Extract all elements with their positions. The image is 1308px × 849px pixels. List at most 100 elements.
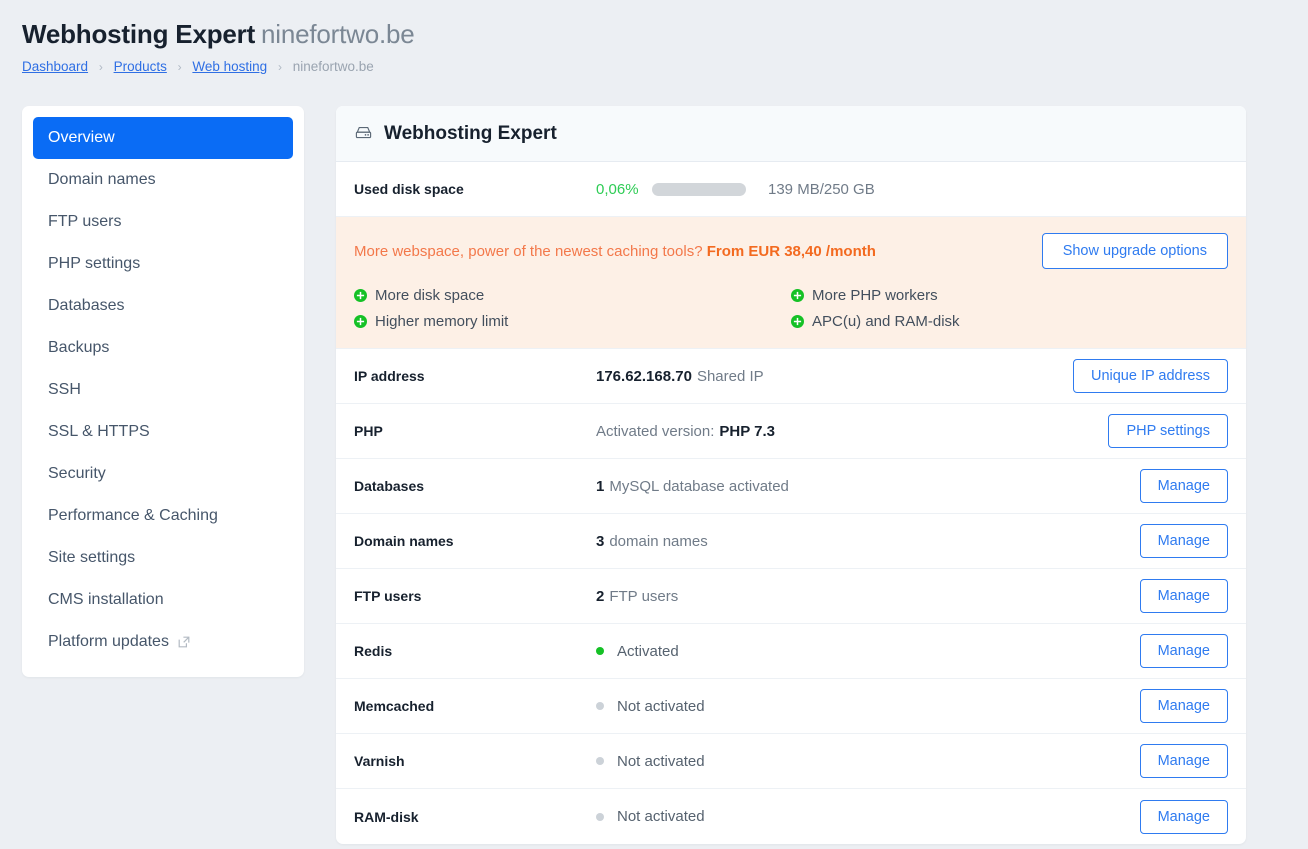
ram-disk-status: Not activated <box>617 808 705 825</box>
manage-ftp-users-button[interactable]: Manage <box>1140 579 1228 613</box>
breadcrumb-item-products[interactable]: Products <box>114 59 167 74</box>
php-version-prefix: Activated version: <box>596 423 714 440</box>
redis-value: Activated <box>596 643 1140 660</box>
plus-circle-icon <box>354 315 367 328</box>
sidebar-item-overview[interactable]: Overview <box>33 117 293 159</box>
main-layout: Overview Domain names FTP users PHP sett… <box>0 76 1308 844</box>
benefit-item: More PHP workers <box>791 287 1228 304</box>
ip-address-row: IP address 176.62.168.70 Shared IP Uniqu… <box>336 349 1246 404</box>
ram-disk-label: RAM-disk <box>354 809 596 825</box>
varnish-row: Varnish Not activated Manage <box>336 734 1246 789</box>
manage-ram-disk-button[interactable]: Manage <box>1140 800 1228 834</box>
disk-space-row: Used disk space 0,06% 139 MB/250 GB <box>336 162 1246 217</box>
redis-label: Redis <box>354 643 596 659</box>
ip-address-text: 176.62.168.70 <box>596 368 692 385</box>
benefit-label: More disk space <box>375 287 484 304</box>
sidebar-item-label: Backups <box>48 339 109 357</box>
sidebar-item-label: Domain names <box>48 171 156 189</box>
ip-address-type: Shared IP <box>697 368 764 385</box>
domain-names-value: 3 domain names <box>596 533 1140 550</box>
status-dot-inactive-icon <box>596 702 604 710</box>
ram-disk-value: Not activated <box>596 808 1140 825</box>
benefit-item: APC(u) and RAM-disk <box>791 313 1228 330</box>
page-title-main: Webhosting Expert <box>22 19 255 49</box>
disk-space-label: Used disk space <box>354 181 596 197</box>
varnish-status: Not activated <box>617 753 705 770</box>
benefit-label: Higher memory limit <box>375 313 508 330</box>
breadcrumb-separator-icon: › <box>99 60 103 74</box>
sidebar-item-label: SSH <box>48 381 81 399</box>
ftp-users-value: 2 FTP users <box>596 588 1140 605</box>
ftp-users-label: FTP users <box>354 588 596 604</box>
ftp-users-manage-button-wrap: Manage <box>1140 579 1228 613</box>
manage-domain-names-button[interactable]: Manage <box>1140 524 1228 558</box>
sidebar-item-databases[interactable]: Databases <box>33 285 293 327</box>
redis-status: Activated <box>617 643 679 660</box>
ftp-users-count: 2 <box>596 588 604 605</box>
sidebar-item-label: SSL & HTTPS <box>48 423 150 441</box>
page-title: Webhosting Expertninefortwo.be <box>22 18 1308 50</box>
domain-names-description: domain names <box>609 533 707 550</box>
upgrade-banner-price: From EUR 38,40 /month <box>707 243 876 260</box>
memcached-row: Memcached Not activated Manage <box>336 679 1246 734</box>
status-dot-active-icon <box>596 647 604 655</box>
breadcrumb-item-web-hosting[interactable]: Web hosting <box>192 59 267 74</box>
server-icon <box>354 124 373 143</box>
unique-ip-address-button[interactable]: Unique IP address <box>1073 359 1228 393</box>
disk-usage-text: 139 MB/250 GB <box>768 181 875 198</box>
manage-memcached-button[interactable]: Manage <box>1140 689 1228 723</box>
plus-circle-icon <box>791 289 804 302</box>
ftp-users-description: FTP users <box>609 588 678 605</box>
memcached-value: Not activated <box>596 698 1140 715</box>
benefit-item: More disk space <box>354 287 791 304</box>
php-label: PHP <box>354 423 596 439</box>
upgrade-banner-top: More webspace, power of the newest cachi… <box>354 233 1228 269</box>
ram-disk-manage-button-wrap: Manage <box>1140 800 1228 834</box>
show-upgrade-options-button[interactable]: Show upgrade options <box>1042 233 1228 269</box>
domain-names-label: Domain names <box>354 533 596 549</box>
sidebar: Overview Domain names FTP users PHP sett… <box>22 106 304 677</box>
sidebar-item-ssh[interactable]: SSH <box>33 369 293 411</box>
domain-names-manage-button-wrap: Manage <box>1140 524 1228 558</box>
page-title-domain: ninefortwo.be <box>261 19 415 49</box>
sidebar-item-security[interactable]: Security <box>33 453 293 495</box>
benefit-item: Higher memory limit <box>354 313 791 330</box>
varnish-manage-button-wrap: Manage <box>1140 744 1228 778</box>
sidebar-item-label: Overview <box>48 129 115 147</box>
status-dot-inactive-icon <box>596 757 604 765</box>
breadcrumb-item-dashboard[interactable]: Dashboard <box>22 59 88 74</box>
sidebar-item-domain-names[interactable]: Domain names <box>33 159 293 201</box>
memcached-status: Not activated <box>617 698 705 715</box>
sidebar-item-ssl-https[interactable]: SSL & HTTPS <box>33 411 293 453</box>
upgrade-banner-text: More webspace, power of the newest cachi… <box>354 243 703 260</box>
sidebar-item-label: CMS installation <box>48 591 164 609</box>
php-version-value: PHP 7.3 <box>719 423 775 440</box>
manage-databases-button[interactable]: Manage <box>1140 469 1228 503</box>
upgrade-banner-message: More webspace, power of the newest cachi… <box>354 243 1042 260</box>
databases-value: 1 MySQL database activated <box>596 478 1140 495</box>
sidebar-item-cms-installation[interactable]: CMS installation <box>33 579 293 621</box>
sidebar-item-label: Performance & Caching <box>48 507 218 525</box>
memcached-label: Memcached <box>354 698 596 714</box>
manage-varnish-button[interactable]: Manage <box>1140 744 1228 778</box>
breadcrumb-separator-icon: › <box>278 60 282 74</box>
memcached-manage-button-wrap: Manage <box>1140 689 1228 723</box>
manage-redis-button[interactable]: Manage <box>1140 634 1228 668</box>
sidebar-item-label: Databases <box>48 297 125 315</box>
sidebar-item-performance-caching[interactable]: Performance & Caching <box>33 495 293 537</box>
redis-row: Redis Activated Manage <box>336 624 1246 679</box>
benefit-label: More PHP workers <box>812 287 938 304</box>
ip-address-value: 176.62.168.70 Shared IP <box>596 368 1073 385</box>
breadcrumb-separator-icon: › <box>178 60 182 74</box>
sidebar-item-php-settings[interactable]: PHP settings <box>33 243 293 285</box>
disk-usage-percent: 0,06% <box>596 181 652 198</box>
sidebar-item-site-settings[interactable]: Site settings <box>33 537 293 579</box>
databases-description: MySQL database activated <box>609 478 789 495</box>
php-row: PHP Activated version: PHP 7.3 PHP setti… <box>336 404 1246 459</box>
sidebar-item-ftp-users[interactable]: FTP users <box>33 201 293 243</box>
sidebar-item-platform-updates[interactable]: Platform updates <box>33 621 293 663</box>
sidebar-item-backups[interactable]: Backups <box>33 327 293 369</box>
php-settings-button[interactable]: PHP settings <box>1108 414 1228 448</box>
domain-names-count: 3 <box>596 533 604 550</box>
databases-count: 1 <box>596 478 604 495</box>
